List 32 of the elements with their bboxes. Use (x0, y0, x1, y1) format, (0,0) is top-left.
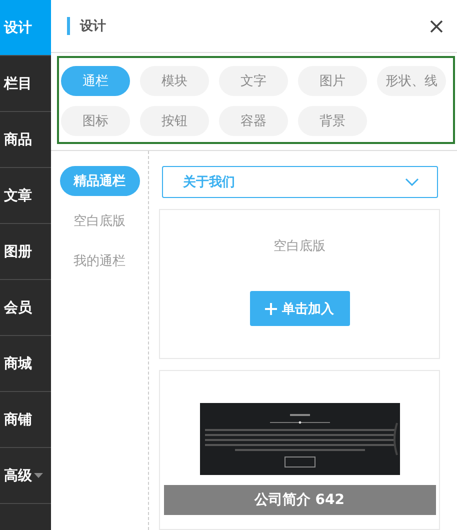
close-icon[interactable] (430, 20, 443, 32)
category-tab[interactable]: 图片 (298, 66, 367, 96)
category-tab[interactable]: 通栏 (61, 66, 130, 96)
chevron-down-icon (405, 178, 419, 186)
sidebar-item[interactable]: 商铺 (0, 392, 51, 448)
sidebar-item[interactable]: 设计 (0, 0, 51, 56)
category-tab[interactable]: 图标 (61, 106, 130, 136)
sidebar-item[interactable]: 商品 (0, 112, 51, 168)
card-title: 空白底版 (274, 238, 326, 255)
caret-icon (34, 473, 43, 478)
template-caption: 公司简介 642 (164, 485, 436, 515)
sidebar-item[interactable]: 会员 (0, 280, 51, 336)
panel-title: 设计 (80, 18, 107, 35)
category-tab[interactable]: 形状、线 (377, 66, 446, 96)
template-card[interactable]: 公司简介 642 (159, 370, 440, 530)
category-tab[interactable]: 文字 (219, 66, 288, 96)
plus-icon (265, 302, 277, 314)
subnav-tab[interactable]: 我的通栏 (60, 246, 140, 276)
category-tab[interactable]: 模块 (140, 66, 209, 96)
sidebar-item[interactable]: 文章 (0, 168, 51, 224)
add-button[interactable]: 单击加入 (250, 291, 350, 326)
category-tab[interactable]: 容器 (219, 106, 288, 136)
sidebar-item[interactable]: 栏目 (0, 56, 51, 112)
sidebar-item[interactable]: 商城 (0, 336, 51, 392)
sidebar-item[interactable]: 图册 (0, 224, 51, 280)
category-dropdown[interactable]: 关于我们 (162, 166, 438, 198)
category-tab[interactable]: 按钮 (140, 106, 209, 136)
subnav-tab[interactable]: 空白底版 (60, 206, 140, 236)
category-tab[interactable]: 背景 (298, 106, 367, 136)
template-card[interactable]: 空白底版 单击加入 (159, 209, 440, 359)
subnav-tab[interactable]: 精品通栏 (60, 166, 140, 196)
sidebar-item[interactable]: 高级 (0, 448, 51, 504)
